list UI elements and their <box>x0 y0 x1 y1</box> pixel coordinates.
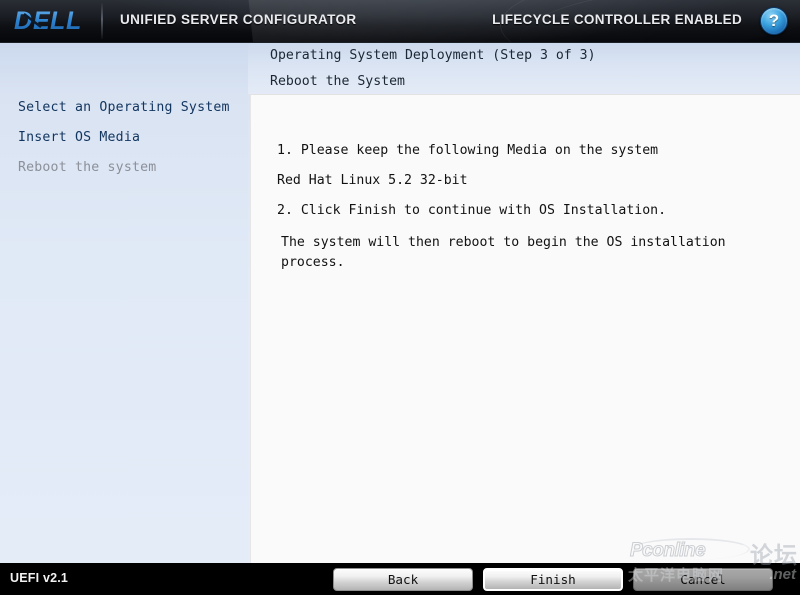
page-title: Reboot the System <box>270 74 405 89</box>
svg-text:D: D <box>14 8 32 34</box>
content-panel: 1. Please keep the following Media on th… <box>250 94 800 564</box>
finish-button[interactable]: Finish <box>483 568 623 591</box>
svg-text:E: E <box>33 8 51 34</box>
cancel-button[interactable]: Cancel <box>633 568 773 591</box>
help-icon[interactable]: ? <box>760 7 788 35</box>
media-name: Red Hat Linux 5.2 32-bit <box>277 173 468 188</box>
instruction-line-1: 1. Please keep the following Media on th… <box>277 143 659 158</box>
content-header: Operating System Deployment (Step 3 of 3… <box>248 43 800 94</box>
step-heading: Operating System Deployment (Step 3 of 3… <box>270 48 596 63</box>
title-bar: D E L L UNIFIED SERVER CONFIGURATOR LIFE… <box>0 0 800 42</box>
sidebar-item-insert-os-media[interactable]: Insert OS Media <box>18 130 140 145</box>
help-icon-glyph: ? <box>768 11 780 30</box>
instruction-line-2: 2. Click Finish to continue with OS Inst… <box>277 203 667 218</box>
uefi-version-label: UEFI v2.1 <box>10 571 69 585</box>
sidebar-item-select-os[interactable]: Select an Operating System <box>18 100 230 115</box>
app-title: UNIFIED SERVER CONFIGURATOR <box>120 12 357 27</box>
sidebar-item-reboot-the-system: Reboot the system <box>18 160 157 175</box>
lifecycle-controller-status: LIFECYCLE CONTROLLER ENABLED <box>492 12 742 27</box>
instruction-note-line-2: process. <box>281 255 345 270</box>
svg-text:L: L <box>66 8 80 34</box>
svg-text:L: L <box>50 8 64 34</box>
back-button[interactable]: Back <box>333 568 473 591</box>
usc-window: D E L L UNIFIED SERVER CONFIGURATOR LIFE… <box>0 0 800 595</box>
logo-divider <box>101 3 103 39</box>
instruction-note-line-1: The system will then reboot to begin the… <box>281 235 726 250</box>
main-body: Select an Operating System Insert OS Med… <box>0 42 800 564</box>
wizard-step-sidebar: Select an Operating System Insert OS Med… <box>0 43 248 564</box>
dell-logo: D E L L <box>14 6 92 36</box>
